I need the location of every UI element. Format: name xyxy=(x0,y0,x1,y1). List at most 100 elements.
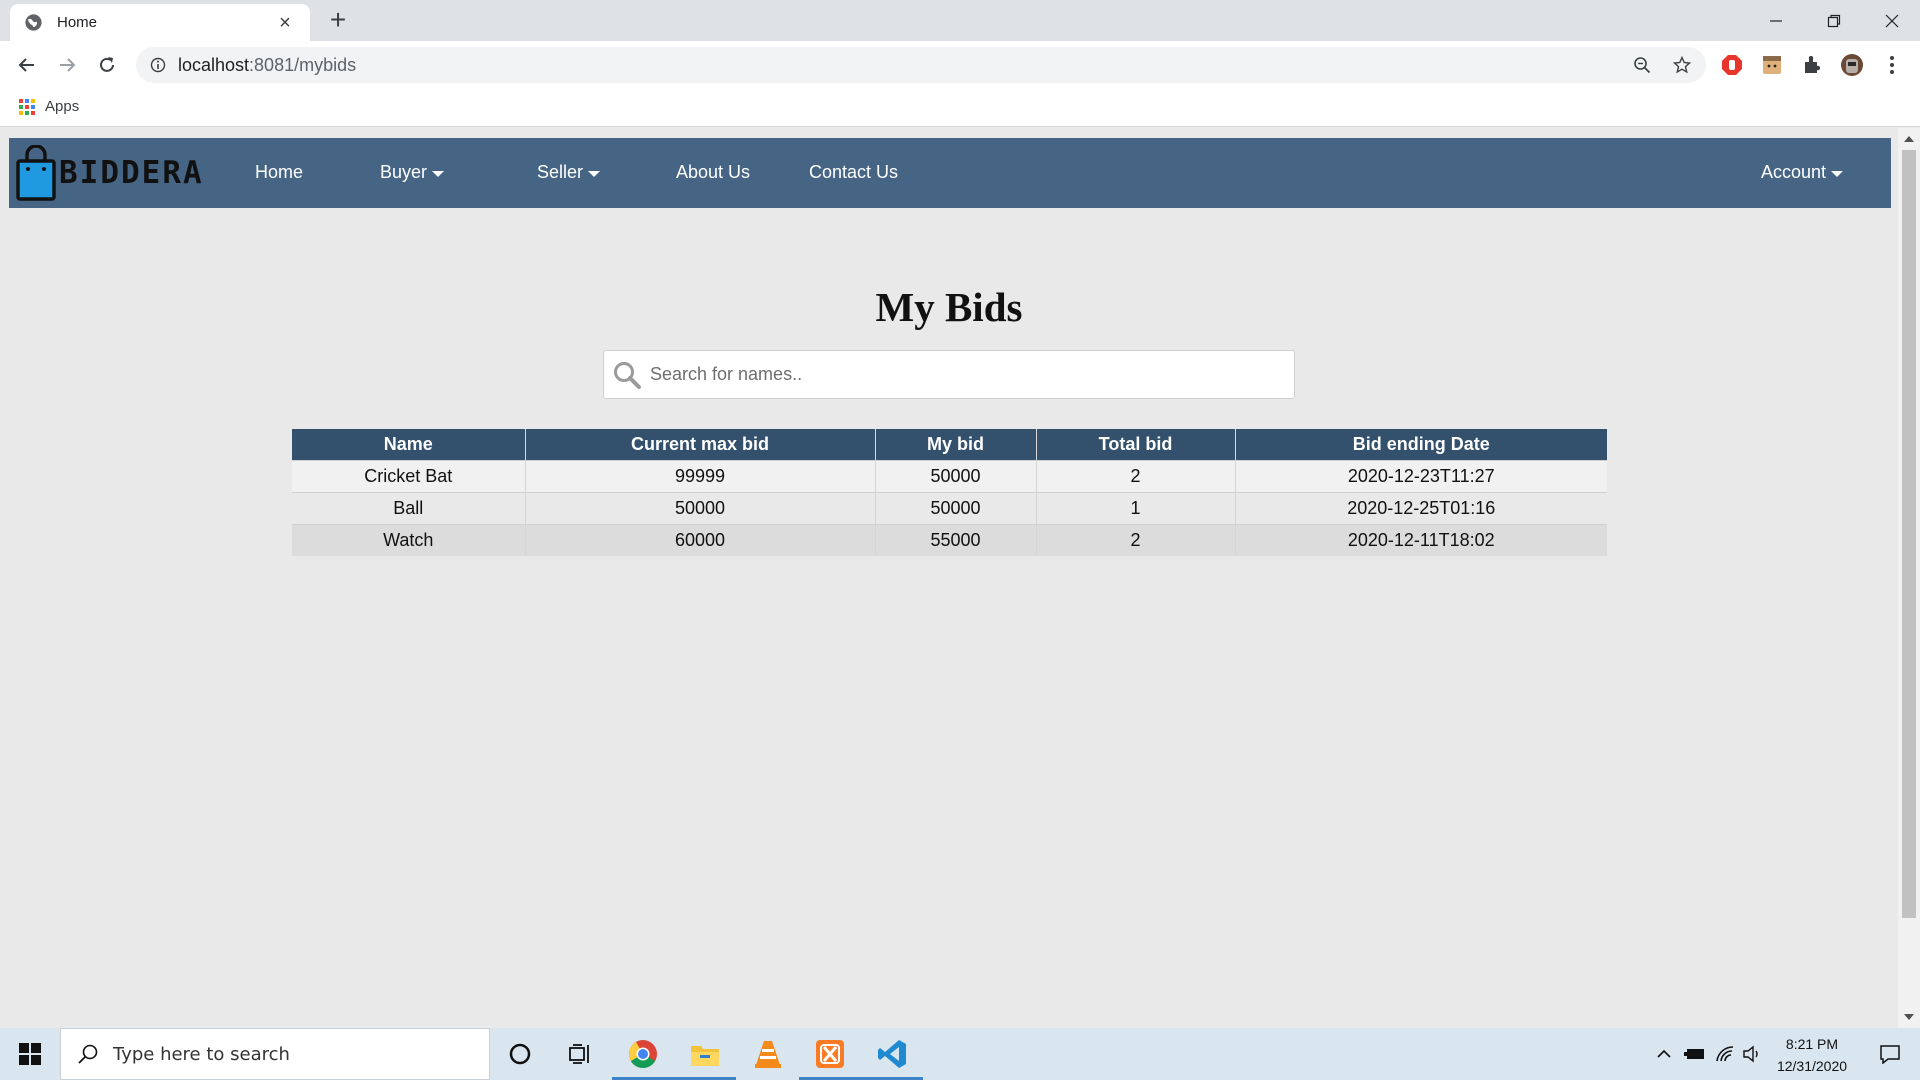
tray-wifi[interactable] xyxy=(1712,1028,1738,1080)
chevron-up-icon xyxy=(1657,1049,1671,1058)
notification-icon xyxy=(1880,1045,1900,1064)
new-tab-button[interactable]: + xyxy=(324,6,352,34)
taskbar-xampp[interactable] xyxy=(799,1028,861,1080)
tray-overflow-button[interactable] xyxy=(1652,1028,1676,1080)
minimize-icon xyxy=(1770,19,1782,22)
bookmark-star-button[interactable] xyxy=(1666,49,1698,81)
clock-time: 8:21 PM xyxy=(1785,1036,1839,1052)
search-box[interactable] xyxy=(603,350,1295,399)
scroll-up-arrow-icon[interactable] xyxy=(1904,136,1914,142)
scrollbar-thumb[interactable] xyxy=(1902,150,1916,918)
taskbar-vlc[interactable] xyxy=(737,1028,799,1080)
stop-sign-icon xyxy=(1722,55,1742,75)
column-header-my-bid[interactable]: My bid xyxy=(875,429,1037,460)
back-icon xyxy=(18,58,34,72)
windows-logo-icon xyxy=(19,1043,41,1065)
face-extension-icon xyxy=(1763,56,1781,74)
column-header-total-bid[interactable]: Total bid xyxy=(1036,429,1236,460)
site-navbar: BIDDERA Home Buyer Seller About Us Conta… xyxy=(9,138,1891,208)
table-row[interactable]: Ball 50000 50000 1 2020-12-25T01:16 xyxy=(292,491,1607,524)
tray-volume[interactable] xyxy=(1740,1028,1764,1080)
cortana-circle-icon xyxy=(509,1043,531,1065)
table-row[interactable]: Watch 60000 55000 2 2020-12-11T18:02 xyxy=(292,523,1607,556)
taskbar-chrome[interactable] xyxy=(612,1028,674,1080)
cell-my-bid: 55000 xyxy=(875,523,1037,556)
nav-buyer-dropdown[interactable]: Buyer xyxy=(380,162,445,183)
chrome-icon xyxy=(629,1040,657,1068)
logo-text: BIDDERA xyxy=(59,155,204,191)
adblock-extension-button[interactable] xyxy=(1720,53,1744,77)
scroll-down-arrow-icon[interactable] xyxy=(1904,1014,1914,1020)
action-center-button[interactable] xyxy=(1864,1028,1916,1080)
page-title: My Bids xyxy=(875,284,1023,330)
apps-grid-icon xyxy=(19,98,35,115)
back-button[interactable] xyxy=(13,51,41,79)
taskbar-clock[interactable]: 8:21 PM 12/31/2020 xyxy=(1762,1033,1862,1077)
caret-down-icon xyxy=(1831,170,1844,177)
column-header-name[interactable]: Name xyxy=(292,429,526,460)
start-button[interactable] xyxy=(0,1028,60,1080)
column-header-current-max-bid[interactable]: Current max bid xyxy=(525,429,876,460)
taskbar-file-explorer[interactable] xyxy=(674,1028,736,1080)
extensions-button[interactable] xyxy=(1800,53,1824,77)
cell-my-bid: 50000 xyxy=(875,459,1037,492)
clock-date: 12/31/2020 xyxy=(1776,1058,1848,1074)
address-bar[interactable]: localhost:8081/mybids xyxy=(136,47,1706,83)
column-header-bid-ending-date[interactable]: Bid ending Date xyxy=(1235,429,1607,460)
tab-title: Home xyxy=(57,14,98,31)
nav-account-dropdown[interactable]: Account xyxy=(1761,162,1844,183)
table-header-row: Name Current max bid My bid Total bid Bi… xyxy=(292,429,1607,460)
restore-icon xyxy=(1827,14,1841,27)
reload-button[interactable] xyxy=(93,51,121,79)
page-scrollbar[interactable] xyxy=(1898,128,1920,1028)
restore-button[interactable] xyxy=(1806,0,1862,41)
folder-icon xyxy=(691,1046,719,1066)
page-viewport: BIDDERA Home Buyer Seller About Us Conta… xyxy=(0,128,1920,1028)
url-text: localhost:8081/mybids xyxy=(178,55,356,76)
tab-close-button[interactable]: × xyxy=(274,13,296,33)
cell-current-max-bid: 60000 xyxy=(525,523,876,556)
browser-tab-strip: Home × + xyxy=(0,0,1920,41)
window-close-button[interactable] xyxy=(1864,0,1920,41)
forward-icon xyxy=(60,58,76,72)
nav-about-link[interactable]: About Us xyxy=(676,162,750,183)
cell-bid-ending-date: 2020-12-11T18:02 xyxy=(1235,523,1607,556)
nav-home-link[interactable]: Home xyxy=(255,162,303,183)
shopping-bag-icon xyxy=(16,145,56,201)
zoom-icon xyxy=(1634,57,1651,74)
profile-avatar-button[interactable] xyxy=(1840,53,1864,77)
minimize-button[interactable] xyxy=(1748,0,1804,41)
task-view-button[interactable] xyxy=(549,1028,611,1080)
taskbar-search-box[interactable]: Type here to search xyxy=(60,1028,490,1080)
forward-button[interactable] xyxy=(53,51,81,79)
caret-down-icon xyxy=(432,170,445,177)
cell-name: Cricket Bat xyxy=(292,459,526,492)
nav-seller-dropdown[interactable]: Seller xyxy=(537,162,601,183)
apps-shortcut[interactable]: Apps xyxy=(19,98,79,115)
zoom-button[interactable] xyxy=(1626,49,1658,81)
wifi-icon xyxy=(1716,1046,1734,1062)
cell-name: Watch xyxy=(292,523,526,556)
star-icon xyxy=(1673,56,1691,74)
search-input[interactable] xyxy=(650,364,1270,385)
cell-total-bid: 2 xyxy=(1036,459,1236,492)
site-logo[interactable]: BIDDERA xyxy=(15,145,225,201)
url-path: :8081/mybids xyxy=(249,54,357,75)
browser-menu-button[interactable] xyxy=(1880,53,1904,77)
search-icon xyxy=(614,361,641,389)
cell-bid-ending-date: 2020-12-23T11:27 xyxy=(1235,459,1607,492)
extension-face-button[interactable] xyxy=(1760,53,1784,77)
avatar-icon xyxy=(1841,54,1863,76)
caret-down-icon xyxy=(588,170,601,177)
nav-contact-link[interactable]: Contact Us xyxy=(809,162,898,183)
speaker-icon xyxy=(1743,1045,1758,1063)
tray-battery[interactable] xyxy=(1682,1028,1708,1080)
windows-taskbar: Type here to search 8:21 PM 12/31/2020 xyxy=(0,1028,1920,1080)
cortana-button[interactable] xyxy=(489,1028,551,1080)
taskbar-vscode[interactable] xyxy=(861,1028,923,1080)
apps-label: Apps xyxy=(45,98,80,115)
table-row[interactable]: Cricket Bat 99999 50000 2 2020-12-23T11:… xyxy=(292,459,1607,492)
cell-current-max-bid: 50000 xyxy=(525,491,876,524)
browser-tab-home[interactable]: Home × xyxy=(10,4,310,41)
close-icon xyxy=(1885,14,1899,27)
